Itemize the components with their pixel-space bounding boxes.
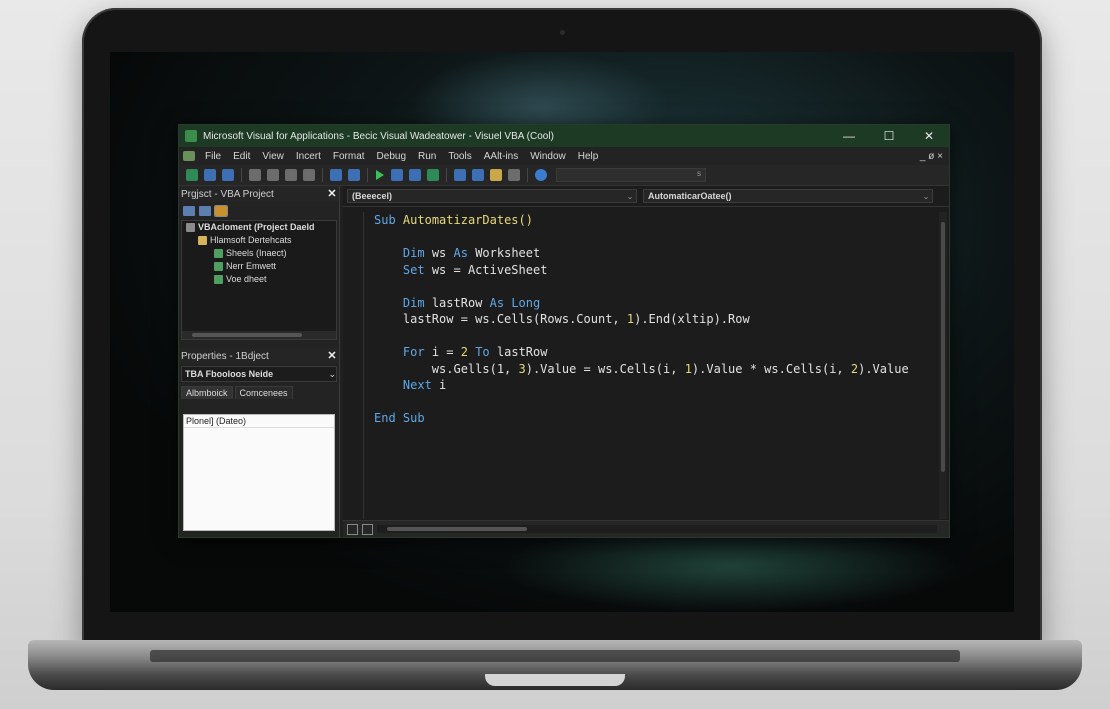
code-editor[interactable]: Sub AutomatizarDates() Dim ws As Workshe… xyxy=(363,212,935,519)
code-window: (Beeecel) ⌄ AutomaticarOatee() ⌄ Sub Aut… xyxy=(343,186,949,537)
sheet-icon xyxy=(214,262,223,271)
properties-pane-header: Properties - 1Bdject ✕ xyxy=(179,348,339,364)
tree-item-folder[interactable]: Hlamsoft Dertehcats xyxy=(182,234,336,247)
excel-icon[interactable] xyxy=(183,151,195,161)
menu-format[interactable]: Format xyxy=(327,151,371,162)
code-bottom-bar xyxy=(343,520,949,537)
menu-run[interactable]: Run xyxy=(412,151,442,162)
menu-edit[interactable]: Edit xyxy=(227,151,256,162)
sheet-icon xyxy=(214,275,223,284)
tab-alphabetic[interactable]: Albmboick xyxy=(181,386,233,399)
standard-toolbar: s xyxy=(179,165,949,186)
menu-help[interactable]: Help xyxy=(572,151,605,162)
reset-icon[interactable] xyxy=(409,169,421,181)
project-pane-toolbar xyxy=(179,202,339,220)
sheet-icon xyxy=(214,249,223,258)
maximize-button[interactable]: ☐ xyxy=(869,129,909,143)
toggle-folders-icon[interactable] xyxy=(214,205,228,217)
chevron-down-icon[interactable]: ⌄ xyxy=(920,192,932,201)
editor-body: Prgjsct - VBA Project ✕ VBAcloment (Proj… xyxy=(179,186,949,537)
property-row[interactable]: Plonel] (Dateo) xyxy=(184,415,334,428)
webcam xyxy=(560,30,565,35)
run-icon[interactable] xyxy=(376,170,384,180)
tree-item-sheet[interactable]: Nerr Emwett xyxy=(182,260,336,273)
tree-item-project[interactable]: VBAcloment (Project Daeld xyxy=(182,221,336,234)
menu-insert[interactable]: Incert xyxy=(290,151,327,162)
cursor-position-box: s xyxy=(556,168,706,182)
tab-categorized[interactable]: Comcenees xyxy=(234,386,293,399)
chevron-down-icon[interactable]: ⌄ xyxy=(624,192,636,201)
find-icon[interactable] xyxy=(303,169,315,181)
full-module-view-button[interactable] xyxy=(362,523,373,535)
window-title: Microsoft Visual for Applications - Beci… xyxy=(203,130,554,142)
laptop-keyboard xyxy=(150,650,960,662)
vba-app-icon xyxy=(185,130,197,142)
menu-file[interactable]: File xyxy=(199,151,227,162)
minimize-button[interactable]: — xyxy=(829,129,869,143)
left-panes: Prgjsct - VBA Project ✕ VBAcloment (Proj… xyxy=(179,186,340,537)
menu-bar: File Edit View Incert Format Debug Run T… xyxy=(179,147,949,165)
undo-icon[interactable] xyxy=(330,169,342,181)
code-combos: (Beeecel) ⌄ AutomaticarOatee() ⌄ xyxy=(343,186,949,207)
copy-icon[interactable] xyxy=(267,169,279,181)
menu-view[interactable]: View xyxy=(256,151,290,162)
title-bar[interactable]: Microsoft Visual for Applications - Beci… xyxy=(179,125,949,147)
object-browser-icon[interactable] xyxy=(490,169,502,181)
save-icon[interactable] xyxy=(222,169,234,181)
properties-pane-title: Properties - 1Bdject xyxy=(181,350,269,362)
tree-item-sheet[interactable]: Voe dheet xyxy=(182,273,336,286)
menu-window[interactable]: Window xyxy=(524,151,572,162)
paste-icon[interactable] xyxy=(285,169,297,181)
code-vertical-scrollbar[interactable] xyxy=(939,212,947,519)
project-tree: VBAcloment (Project Daeld Hlamsoft Derte… xyxy=(181,220,337,340)
procedure-select[interactable]: AutomaticarOatee() ⌄ xyxy=(643,189,933,203)
properties-pane: Properties - 1Bdject ✕ TBA Fbooloos Neid… xyxy=(179,348,339,537)
view-object-icon[interactable] xyxy=(199,206,211,216)
properties-pane-close-button[interactable]: ✕ xyxy=(325,349,339,363)
vba-editor-window: Microsoft Visual for Applications - Beci… xyxy=(178,124,950,538)
view-excel-icon[interactable] xyxy=(186,169,198,181)
project-pane-close-button[interactable]: ✕ xyxy=(325,187,339,201)
code-horizontal-scrollbar[interactable] xyxy=(377,525,937,533)
project-pane-header: Prgjsct - VBA Project ✕ xyxy=(179,186,339,202)
break-icon[interactable] xyxy=(391,169,403,181)
menu-debug[interactable]: Debug xyxy=(371,151,412,162)
laptop-notch xyxy=(485,674,625,686)
object-select[interactable]: (Beeecel) ⌄ xyxy=(347,189,637,203)
project-pane-title: Prgjsct - VBA Project xyxy=(181,188,274,200)
properties-window-icon[interactable] xyxy=(472,169,484,181)
toolbox-icon[interactable] xyxy=(508,169,520,181)
cut-icon[interactable] xyxy=(249,169,261,181)
project-tree-scrollbar[interactable] xyxy=(182,331,336,339)
insert-module-icon[interactable] xyxy=(204,169,216,181)
menu-addins[interactable]: AAlt-ins xyxy=(478,151,524,162)
properties-grid: Plonel] (Dateo) xyxy=(183,414,335,531)
properties-object-select[interactable]: TBA Fbooloos Neide ⌄ xyxy=(181,366,337,382)
help-icon[interactable] xyxy=(535,169,547,181)
folder-icon xyxy=(198,236,207,245)
redo-icon[interactable] xyxy=(348,169,360,181)
project-icon xyxy=(186,223,195,232)
project-explorer-icon[interactable] xyxy=(454,169,466,181)
chevron-down-icon[interactable]: ⌄ xyxy=(328,369,336,380)
design-mode-icon[interactable] xyxy=(427,169,439,181)
tree-item-sheet[interactable]: Sheels (Inaect) xyxy=(182,247,336,260)
mdi-window-controls[interactable]: _ ø × xyxy=(914,151,949,162)
procedure-view-button[interactable] xyxy=(347,523,358,535)
close-button[interactable]: ✕ xyxy=(909,129,949,143)
properties-tabs: Albmboick Comcenees xyxy=(181,386,337,399)
menu-tools[interactable]: Tools xyxy=(442,151,477,162)
view-code-icon[interactable] xyxy=(183,206,195,216)
